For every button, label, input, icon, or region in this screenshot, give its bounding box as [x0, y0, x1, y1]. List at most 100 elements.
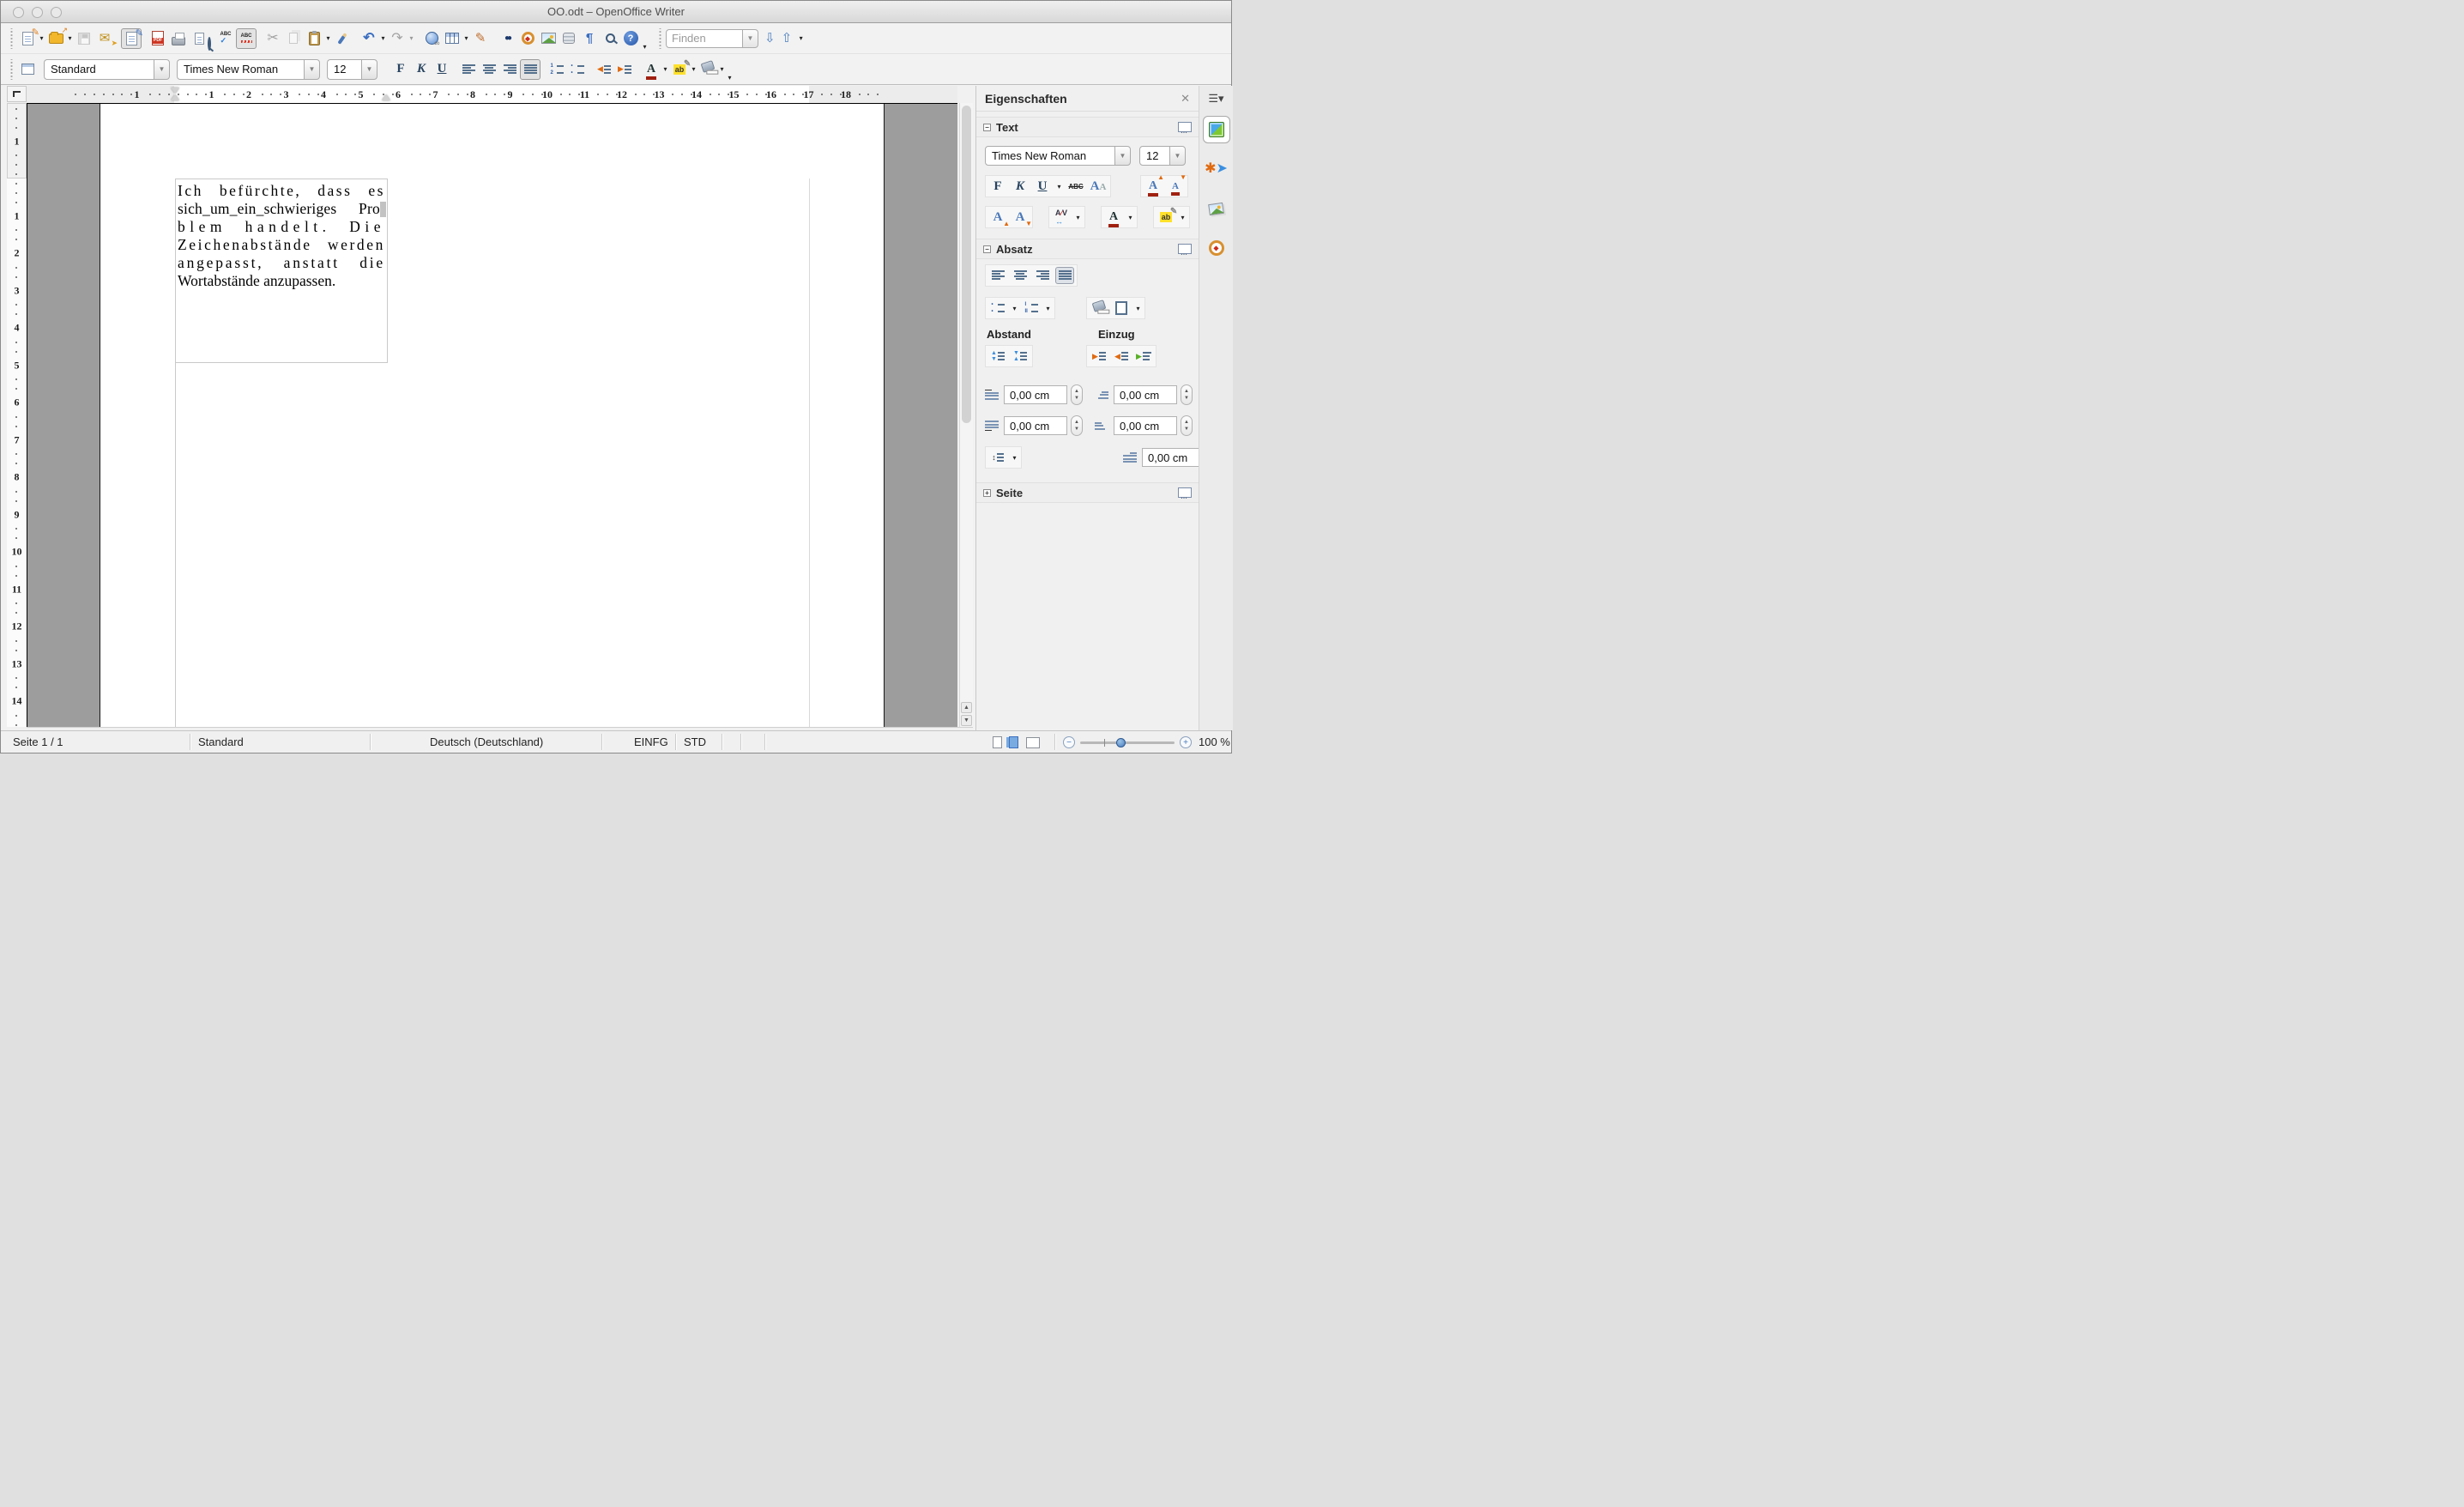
- spelling-button[interactable]: ABC: [215, 28, 236, 49]
- document-text-line[interactable]: sich_um_ein_schwieriges Pro-: [178, 200, 385, 218]
- table-button[interactable]: [442, 28, 462, 49]
- data-sources-button[interactable]: [559, 28, 579, 49]
- document-page[interactable]: Ich befürchte, dass es sich_um_ein_schwie…: [100, 104, 885, 727]
- grow-font-button[interactable]: A ▲: [1144, 174, 1164, 197]
- bulleted-list-button[interactable]: • •: [567, 59, 588, 80]
- bullets-dropdown[interactable]: ▾: [1011, 305, 1018, 312]
- document-text-line[interactable]: Wortabstände anzupassen.: [178, 272, 385, 290]
- superscript-button[interactable]: A ▲: [988, 209, 1010, 227]
- zoom-level-status[interactable]: 100 %: [1199, 735, 1230, 748]
- align-right-button[interactable]: [499, 59, 520, 80]
- page-count-status[interactable]: Seite 1 / 1: [13, 735, 63, 748]
- single-page-view-button[interactable]: [993, 736, 1002, 748]
- sidebar-justify-button[interactable]: [1055, 267, 1074, 284]
- language-status[interactable]: Deutsch (Deutschland): [430, 735, 543, 748]
- scroll-down-button[interactable]: ▼: [961, 715, 972, 726]
- document-text-line[interactable]: Ich befürchte, dass es: [178, 182, 385, 200]
- sidebar-italic-button[interactable]: K: [1011, 178, 1030, 195]
- gallery-button[interactable]: [538, 28, 559, 49]
- print-button[interactable]: [168, 28, 189, 49]
- spacing-below-spinner[interactable]: ▲ ▼: [1071, 415, 1083, 436]
- sidebar-align-right-button[interactable]: [1033, 267, 1052, 284]
- character-dialog-launcher[interactable]: [1178, 122, 1192, 135]
- justify-button[interactable]: [520, 58, 541, 80]
- sidebar-bold-button[interactable]: F: [988, 178, 1007, 195]
- paragraph-section-header[interactable]: − Absatz: [976, 239, 1199, 259]
- zoom-out-button[interactable]: −: [1063, 736, 1075, 748]
- formatting-marks-button[interactable]: ¶: [579, 28, 600, 49]
- vertical-scrollbar[interactable]: ▲ ▼: [959, 103, 973, 727]
- help-button[interactable]: ?: [620, 28, 641, 49]
- text-section-header[interactable]: − Text: [976, 117, 1199, 137]
- font-size-combo[interactable]: 12 ▼: [327, 58, 377, 80]
- character-spacing-button[interactable]: A∕V ↔: [1052, 209, 1071, 226]
- find-toolbar-handle[interactable]: [658, 27, 662, 49]
- find-input[interactable]: Finden: [666, 28, 743, 48]
- decrease-indent-button[interactable]: ◀: [594, 59, 614, 80]
- increase-spacing-button[interactable]: ▲ ▼: [988, 348, 1007, 365]
- paragraph-dialog-launcher[interactable]: [1178, 244, 1192, 257]
- export-pdf-button[interactable]: [148, 28, 168, 49]
- sidebar-decrease-indent-button[interactable]: ◀: [1112, 348, 1131, 365]
- zoom-button[interactable]: [600, 28, 620, 49]
- find-dropdown[interactable]: ▼: [743, 28, 758, 48]
- paste-button[interactable]: [304, 28, 324, 49]
- sidebar-numbering-button[interactable]: I II: [1022, 300, 1041, 317]
- navigator-button[interactable]: [517, 28, 538, 49]
- page-dialog-launcher[interactable]: [1178, 487, 1192, 500]
- save-button[interactable]: [74, 28, 94, 49]
- paragraph-style-combo[interactable]: Standard ▼: [44, 58, 170, 80]
- tab-styles[interactable]: ✱➤: [1203, 155, 1230, 183]
- align-left-button[interactable]: [458, 59, 479, 80]
- email-button[interactable]: ✉ ➤: [94, 28, 118, 49]
- underline-dropdown[interactable]: ▾: [1055, 183, 1063, 191]
- font-name-dropdown[interactable]: ▼: [304, 58, 320, 80]
- sidebar-font-color-button[interactable]: A: [1104, 209, 1123, 227]
- sidebar-font-name-combo[interactable]: Times New Roman ▼ 12 ▼: [985, 146, 1186, 166]
- paragraph-background-dropdown[interactable]: ▾: [1134, 305, 1142, 312]
- page-preview-button[interactable]: [189, 28, 211, 51]
- bold-button[interactable]: F: [390, 59, 411, 80]
- underline-button[interactable]: U: [432, 59, 452, 80]
- document-canvas[interactable]: Ich befürchte, dass es sich_um_ein_schwie…: [27, 103, 957, 727]
- collapse-icon[interactable]: −: [983, 245, 991, 253]
- highlighting-button[interactable]: ab: [669, 59, 691, 80]
- sidebar-align-left-button[interactable]: [988, 267, 1007, 284]
- sidebar-close-button[interactable]: ✕: [1181, 92, 1190, 106]
- expand-icon[interactable]: +: [983, 488, 991, 497]
- cut-button[interactable]: ✂: [263, 28, 283, 49]
- formatting-toolbar-overflow[interactable]: ▾: [726, 74, 734, 82]
- first-line-indent-field[interactable]: 0,00 cm: [1142, 448, 1205, 467]
- toolbar-overflow[interactable]: ▾: [641, 43, 649, 51]
- document-text-line[interactable]: blem handelt. Die: [178, 218, 385, 236]
- draw-functions-button[interactable]: ✎: [470, 28, 491, 49]
- find-previous-icon[interactable]: ⇧: [782, 32, 793, 45]
- tab-properties[interactable]: [1202, 116, 1230, 143]
- font-color-dropdown[interactable]: ▾: [661, 65, 669, 73]
- multi-page-view-button[interactable]: [1008, 736, 1018, 748]
- right-indent-marker[interactable]: [382, 94, 390, 100]
- formatting-toolbar-handle[interactable]: [9, 58, 14, 80]
- increase-indent-button[interactable]: ▶: [614, 59, 635, 80]
- book-view-button[interactable]: [1026, 737, 1041, 748]
- auto-spellcheck-button[interactable]: ABC: [236, 27, 257, 49]
- zoom-slider-track[interactable]: [1080, 741, 1175, 744]
- redo-button[interactable]: ↷: [387, 28, 408, 49]
- tab-stop-selector[interactable]: [7, 86, 27, 102]
- indent-after-spinner[interactable]: ▲ ▼: [1181, 415, 1193, 436]
- background-color-button[interactable]: [698, 59, 718, 80]
- paragraph-style-value[interactable]: Standard: [44, 58, 154, 80]
- sidebar-align-center-button[interactable]: [1011, 267, 1030, 284]
- indent-before-field[interactable]: 0,00 cm: [1114, 385, 1177, 404]
- highlighting-dropdown[interactable]: ▾: [690, 65, 698, 73]
- hyperlink-button[interactable]: [421, 28, 442, 49]
- font-name-value[interactable]: Times New Roman: [177, 58, 304, 80]
- change-case-button[interactable]: AA: [1089, 178, 1108, 195]
- numbered-list-button[interactable]: 12: [547, 59, 567, 80]
- sidebar-underline-button[interactable]: U: [1033, 178, 1052, 195]
- decrease-spacing-button[interactable]: ▼ ▲: [1011, 348, 1030, 365]
- vertical-ruler[interactable]: 1 1 2 3 4 5 6 7 8 9 10 11 12 13 14: [7, 103, 27, 727]
- font-color-button[interactable]: A: [641, 59, 661, 80]
- left-indent-marker[interactable]: [171, 94, 179, 100]
- font-name-combo[interactable]: Times New Roman ▼: [177, 58, 320, 80]
